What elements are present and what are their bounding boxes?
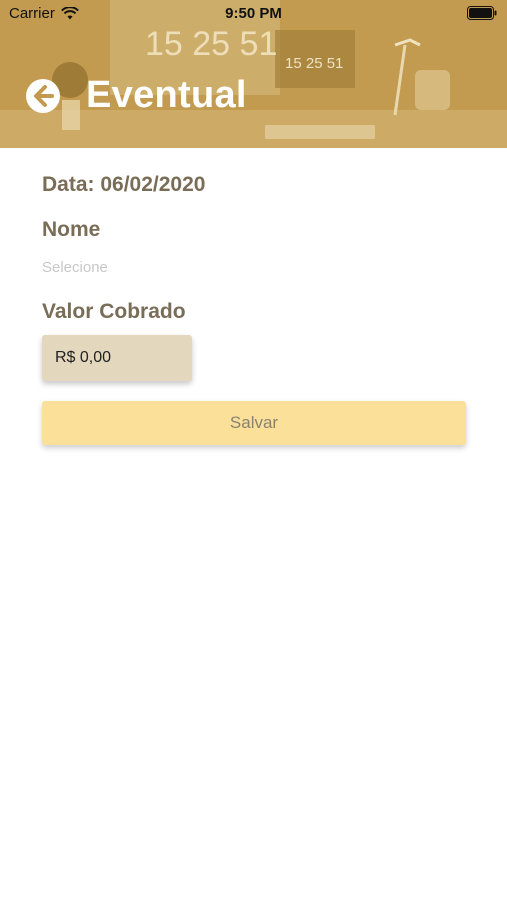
back-arrow-icon[interactable] <box>24 77 62 115</box>
page-title: Eventual <box>86 74 247 116</box>
screen: 15 25 51 15 25 51 Carrier 9:50 PM Eventu… <box>0 0 507 900</box>
photo-clock-big: 15 25 51 <box>145 25 277 63</box>
eventual-form: Data: 06/02/2020 Nome Selecione Valor Co… <box>42 170 467 445</box>
valor-label: Valor Cobrado <box>42 300 186 323</box>
name-select[interactable]: Selecione <box>42 257 467 279</box>
name-label: Nome <box>42 218 101 241</box>
status-time: 9:50 PM <box>225 5 282 22</box>
nav-bar: Eventual <box>24 74 247 117</box>
valor-input[interactable]: R$ 0,00 <box>42 335 192 381</box>
status-bar: Carrier 9:50 PM <box>0 0 507 28</box>
header-banner: 15 25 51 15 25 51 Carrier 9:50 PM Eventu… <box>0 0 507 148</box>
photo-clock-small: 15 25 51 <box>285 55 343 72</box>
save-button[interactable]: Salvar <box>42 401 466 445</box>
battery-icon <box>467 6 497 20</box>
date-label: Data: 06/02/2020 <box>42 173 206 196</box>
